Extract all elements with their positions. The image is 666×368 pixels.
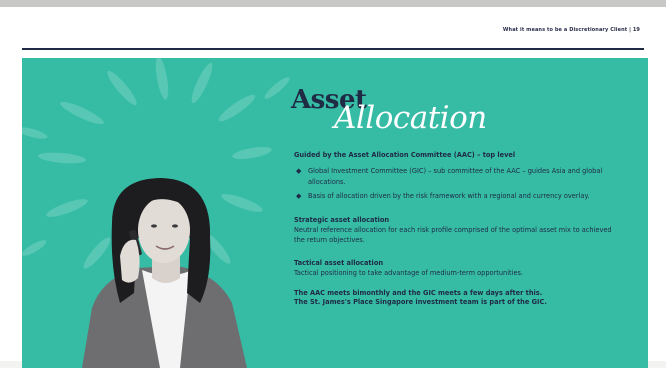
tactical-text: Tactical positioning to take advantage o… <box>294 268 524 277</box>
content-column: Guided by the Asset Allocation Committee… <box>294 151 624 307</box>
header-rule <box>22 48 644 50</box>
bullet-diamond-icon: ◆ <box>296 192 302 200</box>
title-allocation: Allocation <box>334 100 487 136</box>
woman-on-phone-photo <box>82 178 247 368</box>
strategic-heading: Strategic asset allocation <box>294 215 390 224</box>
window-top-bar <box>0 0 666 7</box>
closing-line-1: The AAC meets bimonthly and the GIC meet… <box>294 289 543 297</box>
bullet-text: Basis of allocation driven by the risk f… <box>308 192 590 200</box>
bullet-diamond-icon: ◆ <box>296 167 302 175</box>
bullet-text: Global Investment Committee (GIC) – sub … <box>308 167 603 186</box>
strategic-text: Neutral reference allocation for each ri… <box>294 225 612 245</box>
document-page: What it means to be a Discretionary Clie… <box>0 7 666 368</box>
closing-line-2: The St. James's Place Singapore investme… <box>294 298 547 306</box>
governance-heading: Guided by the Asset Allocation Committee… <box>294 151 516 159</box>
teal-content-panel: Asset Allocation Guided by the Asset All… <box>22 58 648 368</box>
tactical-heading: Tactical asset allocation <box>294 258 384 267</box>
bullet-item: ◆ Basis of allocation driven by the risk … <box>294 191 624 202</box>
bullet-list: ◆ Global Investment Committee (GIC) – sub… <box>294 166 624 202</box>
running-header: What it means to be a Discretionary Clie… <box>502 27 640 33</box>
bullet-item: ◆ Global Investment Committee (GIC) – sub… <box>294 166 624 187</box>
